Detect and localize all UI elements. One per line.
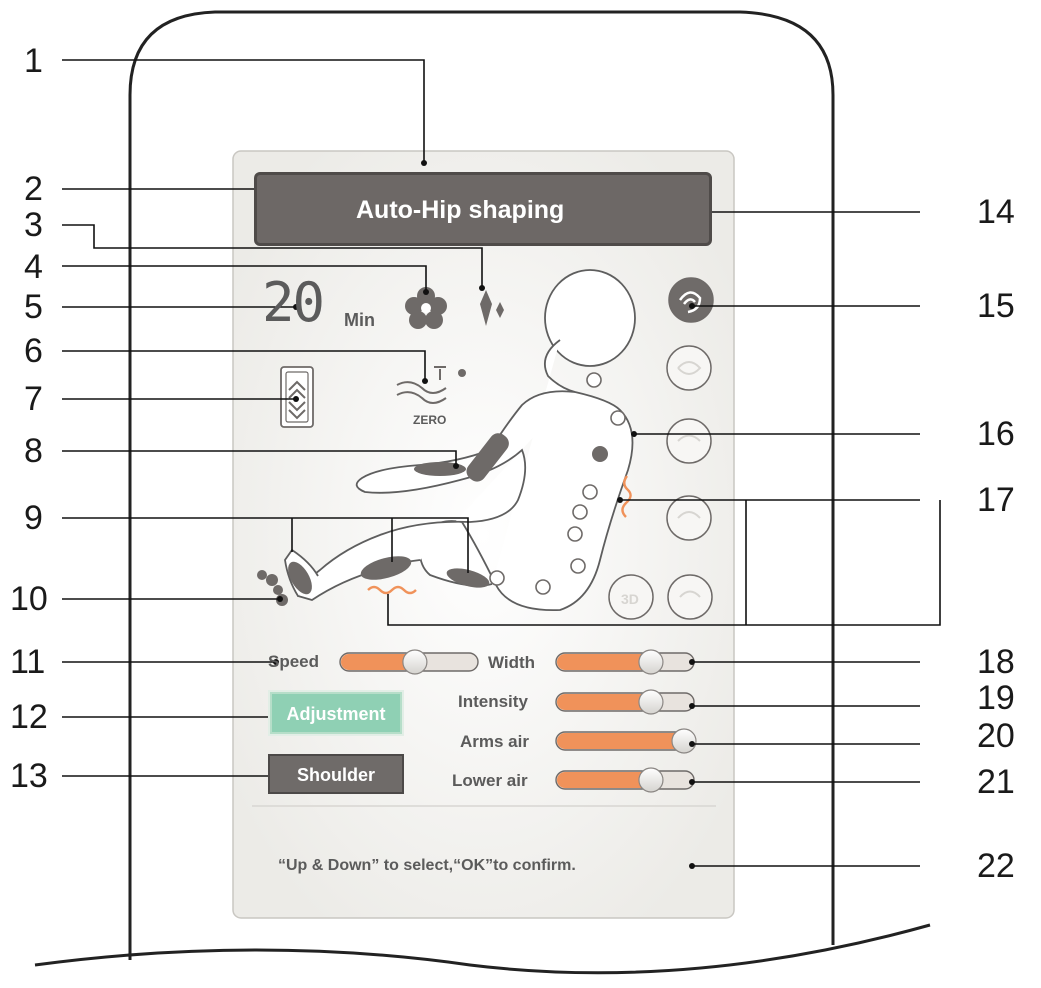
callout-15: 15: [977, 287, 1015, 325]
shoulder-label: Shoulder: [296, 765, 375, 785]
remote-control-diagram: 3D Auto-Hip shaping 20 Min ZERO Speed Wi…: [0, 0, 1041, 988]
slider-knob-intensity[interactable]: [638, 689, 664, 715]
slider-fill-lower-air: [557, 772, 652, 788]
slider-knob-width[interactable]: [638, 649, 664, 675]
callout-4: 4: [24, 248, 43, 286]
break-line: [34, 923, 931, 975]
svg-text:3D: 3D: [621, 591, 639, 607]
speed-label: Speed: [268, 652, 320, 671]
lower-air-label: Lower air: [452, 771, 528, 790]
callout-21: 21: [977, 763, 1015, 801]
slider-knob-lower-air[interactable]: [638, 767, 664, 793]
active-point: [592, 446, 608, 462]
zero-gravity-label: ZERO: [413, 413, 447, 427]
callout-5: 5: [24, 288, 43, 326]
callout-12: 12: [10, 698, 48, 736]
callout-7: 7: [24, 380, 43, 418]
callout-16: 16: [977, 415, 1015, 453]
callout-18: 18: [977, 643, 1015, 681]
slider-knob-arms-air[interactable]: [671, 728, 697, 754]
slider-fill-arms-air: [557, 733, 685, 749]
slider-fill-width: [557, 654, 652, 670]
slider-knob-speed[interactable]: [402, 649, 428, 675]
mode-title: Auto-Hip shaping: [356, 196, 565, 224]
callout-2: 2: [24, 170, 43, 208]
adjustment-button[interactable]: Adjustment: [270, 692, 402, 734]
callout-10: 10: [10, 580, 48, 618]
intensity-label: Intensity: [458, 692, 528, 711]
shoulder-button[interactable]: Shoulder: [268, 754, 404, 794]
callout-13: 13: [10, 757, 48, 795]
callout-11: 11: [10, 643, 46, 681]
width-label: Width: [488, 653, 536, 672]
timer-unit: Min: [344, 310, 375, 330]
callout-17: 17: [977, 481, 1015, 519]
callout-22: 22: [977, 847, 1015, 885]
timer-value: 20: [262, 271, 325, 334]
callout-14: 14: [977, 193, 1015, 231]
diagram-canvas: 3D: [34, 10, 941, 975]
callout-9: 9: [24, 499, 43, 537]
arms-air-label: Arms air: [460, 732, 529, 751]
slider-fill-intensity: [557, 694, 652, 710]
callout-19: 19: [977, 679, 1015, 717]
adjustment-label: Adjustment: [286, 704, 386, 724]
callout-3: 3: [24, 206, 43, 244]
callout-1: 1: [24, 42, 43, 80]
callout-8: 8: [24, 432, 43, 470]
navigation-hint: “Up & Down” to select,“OK”to confirm.: [278, 857, 576, 874]
callout-20: 20: [977, 717, 1015, 755]
callout-6: 6: [24, 332, 43, 370]
